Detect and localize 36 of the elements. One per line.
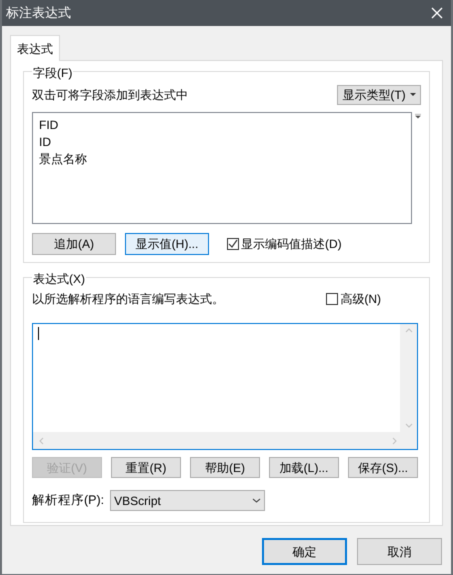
scroll-left-icon[interactable]: [39, 436, 44, 444]
field-item[interactable]: FID: [39, 117, 412, 134]
hint-text: 双击可将字段添加到表达式中: [32, 87, 188, 104]
ok-button[interactable]: 确定: [262, 538, 347, 565]
scroll-right-icon[interactable]: [392, 436, 397, 444]
caret-icon: [410, 93, 416, 97]
action-button[interactable]: 重置(R): [111, 457, 181, 478]
checkbox-label[interactable]: 显示编码值描述(D): [241, 235, 342, 253]
group-title: 表达式(X): [32, 270, 86, 288]
group-title: 字段(F): [32, 64, 74, 82]
chevron-down-icon: [252, 498, 262, 503]
expression-editor[interactable]: [32, 323, 418, 450]
hint-text: 以所选解析程序的语言编写表达式。: [32, 291, 224, 308]
action-button[interactable]: 保存(S)...: [348, 457, 418, 478]
scroll-up-icon[interactable]: [404, 328, 412, 333]
parser-dropdown[interactable]: VBScript: [110, 490, 266, 511]
text-cursor: [38, 327, 39, 340]
scroll-down-icon[interactable]: [404, 423, 412, 428]
parser-label: 解析程序(P):: [32, 492, 104, 510]
tab[interactable]: 表达式: [10, 35, 60, 61]
action-button[interactable]: 加载(L)...: [269, 457, 339, 478]
show-values-button[interactable]: 显示值(H)...: [125, 233, 209, 255]
field-item[interactable]: ID: [39, 134, 412, 151]
window-title: 标注表达式: [6, 4, 71, 22]
add-button[interactable]: 追加(A): [32, 233, 116, 255]
show-type-button[interactable]: 显示类型(T): [337, 85, 421, 105]
checkbox-label[interactable]: 高级(N): [340, 290, 381, 308]
field-item[interactable]: 景点名称: [39, 151, 412, 168]
cancel-button[interactable]: 取消: [357, 538, 442, 565]
dropdown-icon[interactable]: [415, 114, 421, 119]
horizontal-scrollbar[interactable]: [33, 432, 417, 449]
close-icon[interactable]: [431, 7, 443, 19]
action-button[interactable]: 帮助(E): [190, 457, 260, 478]
vertical-scrollbar[interactable]: [400, 324, 417, 432]
checkbox[interactable]: [227, 238, 239, 250]
checkbox[interactable]: [326, 293, 338, 305]
